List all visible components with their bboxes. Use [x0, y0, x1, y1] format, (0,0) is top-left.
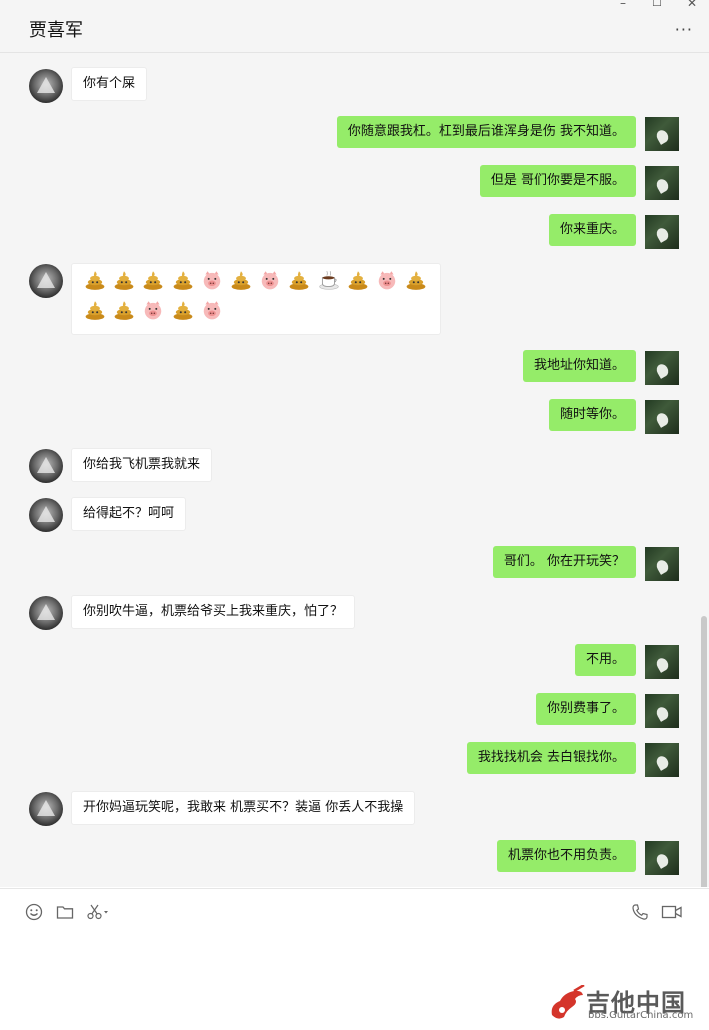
more-options-button[interactable]: ···	[675, 20, 693, 39]
contact-avatar[interactable]	[29, 449, 63, 483]
poop-emoji-icon	[230, 269, 252, 296]
outgoing-message: 你来重庆。	[548, 214, 636, 246]
phone-icon[interactable]	[631, 903, 649, 921]
contact-avatar[interactable]	[29, 596, 63, 630]
my-avatar[interactable]	[645, 166, 679, 200]
coffee-emoji-icon	[318, 269, 340, 296]
poop-emoji-icon	[405, 269, 427, 296]
poop-emoji-icon	[347, 269, 369, 296]
contact-avatar[interactable]	[29, 498, 63, 532]
my-avatar[interactable]	[645, 645, 679, 679]
outgoing-message: 我地址你知道。	[522, 350, 636, 382]
my-avatar[interactable]	[645, 400, 679, 434]
pig-emoji-icon	[142, 299, 164, 326]
poop-emoji-icon	[84, 269, 106, 296]
outgoing-message: 但是 哥们你要是不服。	[479, 165, 636, 197]
poop-emoji-icon	[84, 299, 106, 326]
outgoing-message: 随时等你。	[548, 399, 636, 431]
pig-emoji-icon	[201, 299, 223, 326]
my-avatar[interactable]	[645, 117, 679, 151]
pig-emoji-icon	[259, 269, 281, 296]
incoming-emoji-message	[71, 263, 441, 335]
my-avatar[interactable]	[645, 743, 679, 777]
incoming-message: 你给我飞机票我就来	[71, 448, 213, 482]
chat-message-area[interactable]: 你有个屎 你随意跟我杠。杠到最后谁浑身是伤 我不知道。 但是 哥们你要是不服。 …	[0, 53, 709, 887]
poop-emoji-icon	[172, 299, 194, 326]
outgoing-message: 我找找机会 去白银找你。	[466, 742, 636, 774]
chat-header: 贾喜军 – ☐ ✕ ···	[0, 0, 709, 53]
pig-emoji-icon	[201, 269, 223, 296]
poop-emoji-icon	[113, 299, 135, 326]
chat-title: 贾喜军	[29, 20, 83, 41]
pig-emoji-icon	[376, 269, 398, 296]
chat-scrollbar[interactable]	[701, 616, 707, 887]
outgoing-message: 不用。	[574, 644, 636, 676]
incoming-message: 你有个屎	[71, 67, 148, 101]
poop-emoji-icon	[113, 269, 135, 296]
outgoing-message: 哥们。 你在开玩笑？	[492, 546, 636, 578]
my-avatar[interactable]	[645, 547, 679, 581]
my-avatar[interactable]	[645, 841, 679, 875]
my-avatar[interactable]	[645, 351, 679, 385]
incoming-message: 开你妈逼玩笑呢，我敢来 机票买不？装逼 你丢人不我操	[71, 791, 416, 825]
contact-avatar[interactable]	[29, 69, 63, 103]
minimize-button[interactable]: –	[620, 0, 626, 10]
emoji-icon[interactable]	[25, 903, 43, 921]
guitar-logo-icon	[551, 985, 585, 1019]
outgoing-message: 机票你也不用负责。	[496, 840, 636, 872]
site-watermark: 吉他中国 bbs.GuitarChina.com	[546, 983, 701, 1023]
incoming-message: 给得起不？呵呵	[71, 497, 187, 531]
maximize-button[interactable]: ☐	[652, 0, 662, 9]
poop-emoji-icon	[172, 269, 194, 296]
my-avatar[interactable]	[645, 215, 679, 249]
my-avatar[interactable]	[645, 694, 679, 728]
outgoing-message: 你随意跟我杠。杠到最后谁浑身是伤 我不知道。	[336, 116, 636, 148]
contact-avatar[interactable]	[29, 792, 63, 826]
video-icon[interactable]	[661, 903, 683, 921]
outgoing-message: 你别费事了。	[535, 693, 636, 725]
incoming-message: 你别吹牛逼，机票给爷买上我来重庆，怕了？	[71, 595, 356, 629]
contact-avatar[interactable]	[29, 264, 63, 298]
watermark-url: bbs.GuitarChina.com	[588, 1010, 694, 1021]
scissors-icon[interactable]	[86, 903, 110, 921]
close-button[interactable]: ✕	[687, 0, 697, 10]
poop-emoji-icon	[288, 269, 310, 296]
poop-emoji-icon	[142, 269, 164, 296]
folder-icon[interactable]	[56, 903, 74, 921]
